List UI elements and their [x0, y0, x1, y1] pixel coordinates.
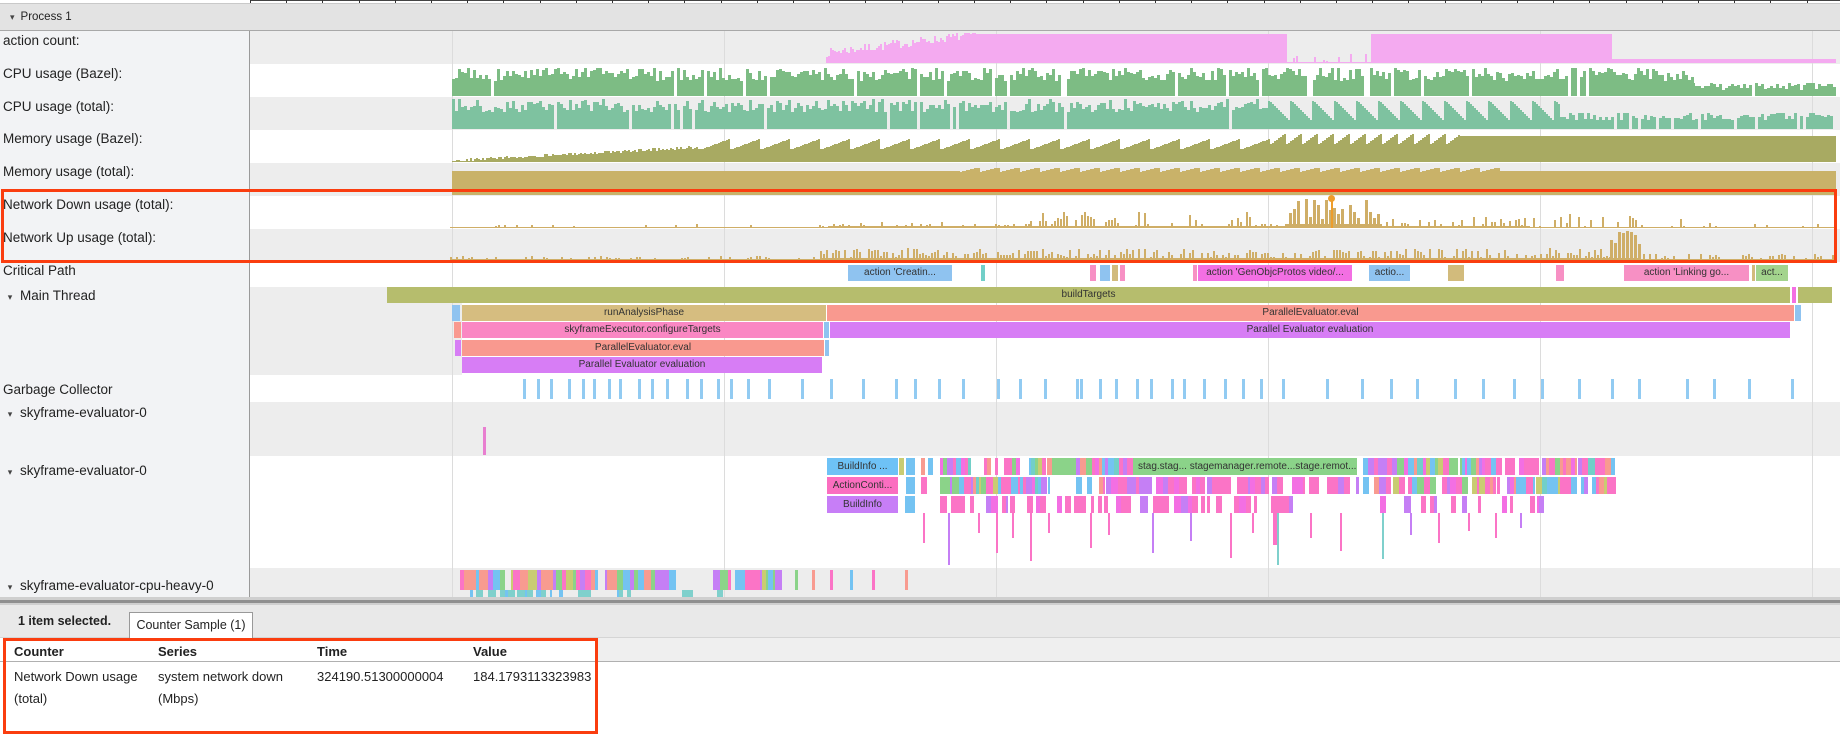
- main-thread-slice[interactable]: [1792, 287, 1796, 303]
- main-thread-slice[interactable]: [824, 322, 829, 338]
- critical-path-slice[interactable]: [1112, 265, 1118, 281]
- table-header-series: Series: [158, 644, 197, 659]
- critical-path-slice[interactable]: [1090, 265, 1096, 281]
- critical-path-slice[interactable]: [1556, 265, 1564, 281]
- track-label[interactable]: ▾skyframe-evaluator-0: [0, 405, 147, 422]
- critical-path-slice[interactable]: [1193, 265, 1197, 281]
- track-label: action count:: [0, 33, 80, 48]
- main-thread-slice[interactable]: buildTargets: [387, 287, 1790, 303]
- table-cell: Network Down usage (total): [14, 666, 146, 710]
- critical-path-slice[interactable]: action 'GenObjcProtos video/...: [1198, 265, 1352, 281]
- track-sidebar: action count: CPU usage (Bazel): CPU usage…: [0, 31, 250, 597]
- track-label[interactable]: ▾Main Thread: [0, 288, 96, 305]
- track-label: Memory usage (total):: [0, 164, 134, 179]
- track-row[interactable]: [250, 262, 1840, 287]
- track-label: Network Down usage (total):: [0, 197, 173, 212]
- table-cell: 184.1793113323983: [473, 666, 643, 688]
- table-cell: 324190.51300000004: [317, 666, 467, 688]
- track-label-text: Network Up usage (total):: [3, 230, 156, 245]
- track-label-text: Memory usage (Bazel):: [3, 131, 143, 146]
- critical-path-slice[interactable]: [1120, 265, 1125, 281]
- tab-counter-sample[interactable]: Counter Sample (1): [129, 612, 253, 639]
- track-label: CPU usage (total):: [0, 99, 114, 114]
- details-tab-bar: 1 item selected. Counter Sample (1): [0, 605, 1840, 638]
- track-label: CPU usage (Bazel):: [0, 66, 122, 81]
- track-label: Critical Path: [0, 263, 76, 278]
- track-label[interactable]: ▾skyframe-evaluator-cpu-heavy-0: [0, 578, 214, 595]
- track-label: Garbage Collector: [0, 382, 113, 397]
- evaluator-slice[interactable]: BuildInfo: [827, 496, 898, 513]
- track-label-text: skyframe-evaluator-0: [20, 405, 147, 420]
- track-label[interactable]: ▾skyframe-evaluator-0: [0, 463, 147, 480]
- critical-path-slice[interactable]: [1752, 265, 1755, 281]
- selected-sample-marker[interactable]: [1331, 198, 1333, 228]
- main-thread-slice[interactable]: [825, 340, 829, 356]
- critical-path-slice[interactable]: [1100, 265, 1110, 281]
- track-label-text: skyframe-evaluator-cpu-heavy-0: [20, 578, 214, 593]
- collapse-arrow-icon[interactable]: ▾: [0, 580, 20, 595]
- critical-path-slice[interactable]: [981, 265, 985, 281]
- table-cell: system network down (Mbps): [158, 666, 306, 710]
- track-label-text: skyframe-evaluator-0: [20, 463, 147, 478]
- track-label-text: action count:: [3, 33, 80, 48]
- main-thread-slice[interactable]: [455, 340, 461, 356]
- table-header-counter: Counter: [14, 644, 64, 659]
- track-label: Memory usage (Bazel):: [0, 131, 143, 146]
- main-thread-slice[interactable]: [454, 322, 461, 338]
- table-header-bg: [0, 638, 598, 661]
- trace-viewer: ▾ Process 1 action 'Creatin... action 'Gen…: [0, 0, 1840, 742]
- process-header[interactable]: ▾ Process 1: [0, 3, 1840, 31]
- track-label-text: CPU usage (Bazel):: [3, 66, 122, 81]
- main-thread-slice[interactable]: Parallel Evaluator evaluation: [830, 322, 1790, 338]
- track-label-text: Main Thread: [20, 288, 96, 303]
- main-thread-slice[interactable]: skyframeExecutor.configureTargets: [462, 322, 823, 338]
- table-header-time: Time: [317, 644, 347, 659]
- collapse-arrow-icon[interactable]: ▾: [0, 465, 20, 480]
- evaluator-slice[interactable]: [1048, 458, 1076, 475]
- details-panel: 1 item selected. Counter Sample (1) Coun…: [0, 605, 1840, 742]
- critical-path-slice[interactable]: [1448, 265, 1464, 281]
- main-thread-slice[interactable]: ParallelEvaluator.eval: [462, 340, 824, 356]
- collapse-arrow-icon[interactable]: ▾: [0, 407, 20, 422]
- track-label-text: Garbage Collector: [3, 382, 113, 397]
- process-title: Process 1: [21, 11, 72, 23]
- panel-divider[interactable]: [0, 597, 1840, 605]
- critical-path-slice[interactable]: actio...: [1369, 265, 1410, 281]
- track-label-text: Network Down usage (total):: [3, 197, 173, 212]
- evaluator-slice[interactable]: BuildInfo ...: [827, 458, 898, 475]
- evaluator-slice[interactable]: ActionConti...: [827, 477, 898, 494]
- track-label-text: CPU usage (total):: [3, 99, 114, 114]
- main-thread-slice[interactable]: [452, 305, 460, 321]
- selection-status: 1 item selected.: [18, 614, 111, 628]
- collapse-arrow-icon[interactable]: ▾: [10, 4, 15, 30]
- track-label-text: Critical Path: [3, 263, 76, 278]
- evaluator-slice[interactable]: stag.stag... stagemanager.remote...stage…: [1130, 458, 1357, 475]
- main-thread-slice[interactable]: Parallel Evaluator evaluation: [462, 357, 822, 373]
- track-label-text: Memory usage (total):: [3, 164, 134, 179]
- critical-path-slice[interactable]: act...: [1756, 265, 1788, 281]
- track-row[interactable]: [250, 402, 1840, 456]
- main-thread-slice[interactable]: runAnalysisPhase: [462, 305, 826, 321]
- table-header-divider: [0, 661, 1840, 662]
- main-thread-slice[interactable]: [1795, 305, 1801, 321]
- main-thread-slice[interactable]: [1798, 287, 1832, 303]
- main-thread-slice[interactable]: ParallelEvaluator.eval: [827, 305, 1794, 321]
- collapse-arrow-icon[interactable]: ▾: [0, 290, 20, 305]
- track-label: Network Up usage (total):: [0, 230, 156, 245]
- table-header-value: Value: [473, 644, 507, 659]
- critical-path-slice[interactable]: action 'Linking go...: [1624, 265, 1749, 281]
- critical-path-slice[interactable]: action 'Creatin...: [848, 265, 952, 281]
